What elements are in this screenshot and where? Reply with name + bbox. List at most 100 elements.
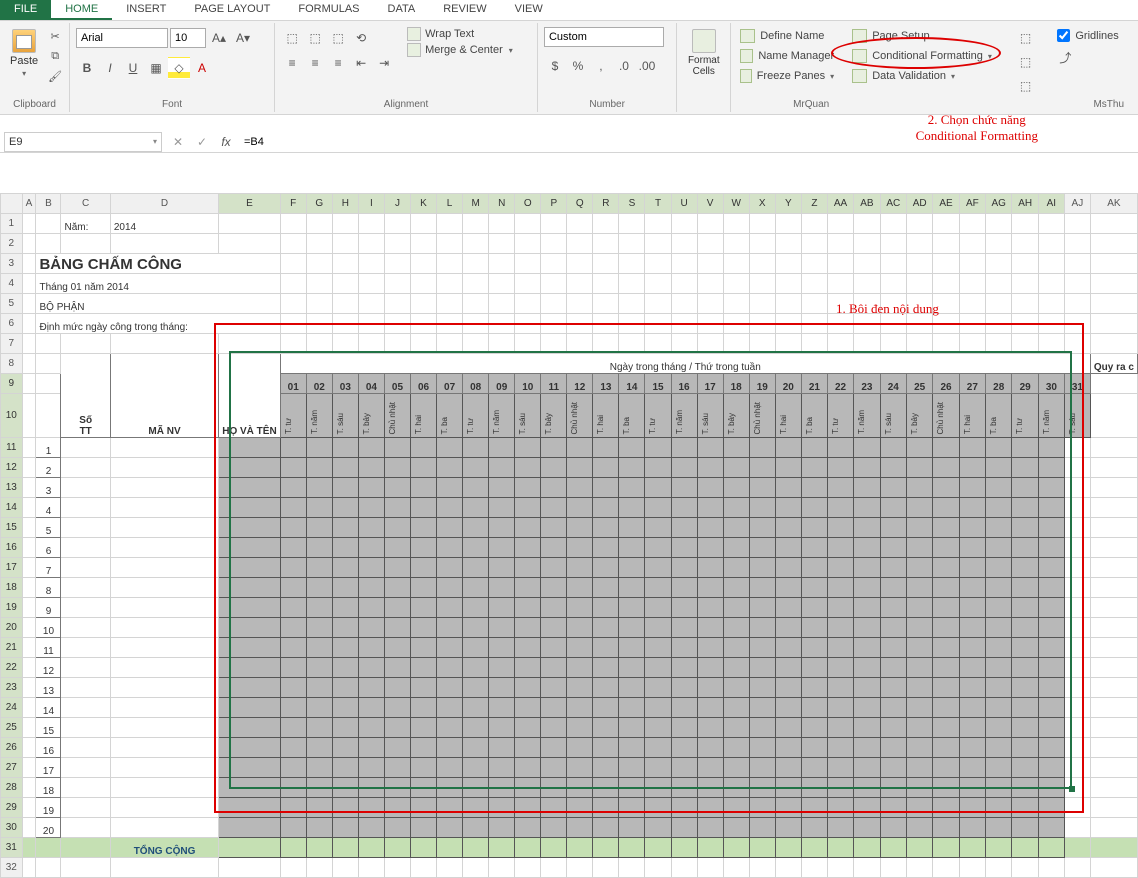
cell[interactable] — [749, 558, 775, 578]
col-header[interactable]: AA — [827, 194, 853, 214]
cell[interactable] — [463, 314, 489, 334]
cell[interactable] — [22, 498, 36, 518]
cell[interactable] — [219, 658, 280, 678]
cell[interactable] — [437, 798, 463, 818]
cell[interactable] — [775, 598, 801, 618]
cell[interactable] — [110, 518, 218, 538]
cell[interactable] — [1038, 518, 1064, 538]
cell[interactable] — [280, 658, 306, 678]
cell[interactable] — [697, 698, 723, 718]
cell[interactable]: 11 — [36, 638, 61, 658]
cell[interactable] — [1090, 858, 1137, 878]
cell[interactable] — [645, 698, 671, 718]
row-header[interactable]: 12 — [1, 458, 23, 478]
cell[interactable] — [384, 738, 410, 758]
col-header[interactable]: A — [22, 194, 36, 214]
row-header[interactable]: 13 — [1, 478, 23, 498]
cell[interactable] — [306, 518, 332, 538]
cell[interactable] — [463, 234, 489, 254]
cell[interactable] — [593, 778, 619, 798]
cell[interactable] — [697, 234, 723, 254]
cell[interactable] — [906, 438, 932, 458]
cell[interactable] — [723, 498, 749, 518]
cell[interactable] — [1090, 698, 1137, 718]
cell[interactable] — [645, 538, 671, 558]
cell[interactable]: 20 — [775, 374, 801, 394]
cell[interactable] — [541, 738, 567, 758]
cell[interactable] — [671, 518, 697, 538]
cell[interactable] — [515, 254, 541, 274]
cell[interactable] — [1012, 274, 1038, 294]
cell[interactable] — [22, 558, 36, 578]
cell[interactable]: 12 — [567, 374, 593, 394]
cell[interactable] — [515, 858, 541, 878]
cell[interactable] — [619, 638, 645, 658]
cell[interactable] — [697, 558, 723, 578]
row-header[interactable]: 29 — [1, 798, 23, 818]
cell[interactable] — [489, 858, 515, 878]
cell[interactable] — [593, 658, 619, 678]
cell[interactable]: Chủ nhật — [567, 394, 593, 438]
cell[interactable] — [110, 578, 218, 598]
cell[interactable] — [749, 778, 775, 798]
cell[interactable] — [489, 538, 515, 558]
cell[interactable] — [1038, 458, 1064, 478]
cell[interactable] — [671, 478, 697, 498]
cell[interactable] — [437, 254, 463, 274]
cell[interactable] — [671, 818, 697, 838]
cell[interactable] — [854, 718, 880, 738]
cell[interactable]: T. hai — [410, 394, 436, 438]
cell[interactable] — [1038, 658, 1064, 678]
cell[interactable] — [1064, 778, 1090, 798]
cell[interactable] — [723, 558, 749, 578]
cell[interactable] — [723, 658, 749, 678]
cell[interactable] — [489, 234, 515, 254]
cell[interactable] — [697, 438, 723, 458]
cell[interactable] — [749, 314, 775, 334]
cell[interactable] — [906, 738, 932, 758]
cell[interactable] — [410, 518, 436, 538]
cell[interactable] — [515, 838, 541, 858]
cell[interactable] — [619, 294, 645, 314]
cell[interactable] — [219, 638, 280, 658]
cell[interactable] — [906, 254, 932, 274]
cell[interactable] — [541, 818, 567, 838]
cell[interactable] — [593, 438, 619, 458]
cell[interactable]: 5 — [36, 518, 61, 538]
cell[interactable] — [959, 294, 985, 314]
cell[interactable] — [332, 458, 358, 478]
cell[interactable] — [36, 334, 61, 354]
row-header[interactable]: 6 — [1, 314, 23, 334]
col-header[interactable]: X — [749, 194, 775, 214]
cell[interactable] — [775, 518, 801, 538]
cell[interactable] — [645, 438, 671, 458]
cell[interactable] — [280, 478, 306, 498]
cell[interactable] — [801, 778, 827, 798]
bold-button[interactable]: B — [76, 57, 98, 79]
page-setup-button[interactable]: Page Setup — [849, 27, 1002, 45]
cell[interactable] — [959, 838, 985, 858]
cell[interactable] — [219, 798, 280, 818]
cell[interactable] — [827, 538, 853, 558]
cell[interactable] — [906, 538, 932, 558]
cell[interactable]: TỔNG CỘNG — [110, 838, 218, 858]
cell[interactable] — [384, 778, 410, 798]
cell[interactable] — [959, 254, 985, 274]
cell[interactable] — [959, 538, 985, 558]
cell[interactable] — [219, 818, 280, 838]
cell[interactable] — [697, 738, 723, 758]
cell[interactable] — [567, 538, 593, 558]
cell[interactable] — [697, 334, 723, 354]
grid[interactable]: ABCDEFGHIJKLMNOPQRSTUVWXYZAAABACADAEAFAG… — [0, 193, 1138, 878]
cell[interactable] — [332, 334, 358, 354]
cell[interactable]: T. tư — [645, 394, 671, 438]
cell[interactable] — [61, 478, 110, 498]
cell[interactable] — [775, 838, 801, 858]
cell[interactable] — [1064, 558, 1090, 578]
cell[interactable]: 08 — [463, 374, 489, 394]
col-header[interactable]: Q — [567, 194, 593, 214]
cell[interactable] — [671, 778, 697, 798]
cell[interactable] — [61, 658, 110, 678]
cell[interactable] — [775, 334, 801, 354]
misc-icon[interactable]: ⤴ — [1054, 46, 1076, 68]
